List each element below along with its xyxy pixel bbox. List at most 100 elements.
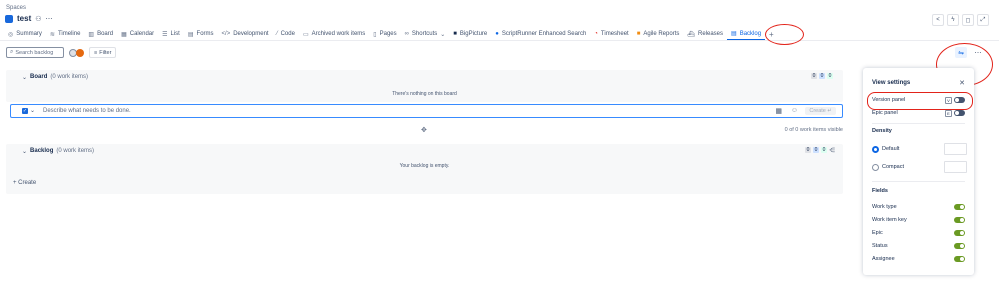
tab-board[interactable]: ▥ Board — [84, 29, 117, 40]
tab-code[interactable]: ⁄ Code — [273, 29, 299, 40]
tab-bigpicture[interactable]: ■ BigPicture — [449, 29, 491, 40]
bigpicture-icon: ■ — [453, 31, 457, 37]
density-default-label[interactable]: Default — [882, 146, 899, 152]
board-section: ⌄ Board (0 work items) 0 0 0 There's not… — [6, 70, 843, 102]
search-input[interactable]: ⌕ Search backlog — [6, 47, 64, 58]
tab-timesheet[interactable]: ◔ Timesheet — [590, 29, 632, 40]
ship-icon: ⛴ — [687, 31, 695, 38]
tab-timeline[interactable]: ≋ Timeline — [46, 29, 84, 40]
tab-label: Backlog — [739, 30, 762, 37]
tab-label: Calendar — [129, 31, 155, 37]
tab-releases[interactable]: ⛴ Releases — [683, 29, 727, 40]
assignee-icon[interactable]: ☺ — [791, 107, 798, 114]
close-icon[interactable]: ✕ — [959, 79, 965, 87]
automation-icon[interactable]: ϟ — [947, 14, 959, 26]
tab-label: Pages — [379, 31, 397, 37]
density-compact-preview — [944, 161, 967, 173]
archive-icon: ▭ — [302, 31, 309, 38]
breadcrumb[interactable]: Spaces — [6, 5, 26, 11]
calendar-icon[interactable]: ▦ — [775, 107, 782, 115]
epic-panel-toggle[interactable] — [954, 110, 965, 116]
backlog-title: Backlog — [30, 148, 54, 154]
todo-count: 0 — [805, 147, 811, 153]
chevron-down-icon[interactable]: ⌄ — [30, 107, 35, 114]
tab-summary[interactable]: ◎ Summary — [4, 29, 46, 40]
board-empty-text: There's nothing on this board — [392, 91, 457, 97]
done-count: 0 — [821, 147, 827, 153]
options-icon[interactable]: ⋲ — [829, 147, 835, 154]
fullscreen-icon[interactable]: ⤢ — [977, 14, 989, 26]
calendar-icon: ▦ — [121, 31, 127, 38]
code-icon: ⁄ — [276, 31, 278, 37]
chevron-down-icon[interactable]: ⌄ — [22, 148, 27, 155]
density-default-radio[interactable] — [872, 146, 879, 153]
chevron-down-icon: ⌄ — [440, 31, 446, 38]
task-type-icon[interactable]: ✓ — [22, 108, 28, 114]
field-epic-toggle[interactable] — [954, 230, 965, 236]
keyboard-shortcut-e: E — [945, 110, 952, 117]
team-icon[interactable]: ⚇ — [35, 15, 41, 23]
tab-label: BigPicture — [459, 31, 488, 37]
tab-label: Archived work items — [311, 31, 366, 37]
todo-count: 0 — [811, 73, 817, 79]
create-button[interactable]: + Create — [13, 180, 36, 186]
density-compact-radio[interactable] — [872, 164, 879, 171]
tab-pages[interactable]: ▯ Pages — [369, 29, 400, 40]
search-placeholder: Search backlog — [15, 49, 54, 56]
backlog-section: ⌄ Backlog (0 work items) 0 0 0 ⋲ Your ba… — [6, 144, 843, 194]
drag-handle-icon[interactable]: ✥ — [421, 126, 427, 134]
field-work-item-key-toggle[interactable] — [954, 217, 965, 223]
pages-icon: ▯ — [373, 31, 377, 38]
avatar-group[interactable] — [69, 48, 84, 57]
tab-label: Development — [233, 31, 269, 37]
field-assignee-toggle[interactable] — [954, 256, 965, 262]
filter-label: Filter — [99, 49, 112, 56]
board-section-header[interactable]: ⌄ Board (0 work items) — [6, 70, 843, 84]
in-progress-count: 0 — [813, 147, 819, 153]
tab-bar: ◎ Summary ≋ Timeline ▥ Board ▦ Calendar ☰ Lis… — [4, 28, 778, 40]
search-icon: ⌕ — [10, 49, 14, 55]
field-work-type-toggle[interactable] — [954, 204, 965, 210]
timeline-icon: ≋ — [49, 31, 55, 38]
create-submit-button[interactable]: Create ↵ — [805, 107, 836, 115]
backlog-section-header[interactable]: ⌄ Backlog (0 work items) — [6, 144, 843, 158]
code-brackets-icon: </> — [221, 31, 231, 37]
tab-label: Code — [280, 31, 295, 37]
density-compact-label[interactable]: Compact — [882, 164, 904, 170]
tab-forms[interactable]: ▤ Forms — [184, 29, 218, 40]
tab-label: List — [170, 31, 180, 37]
done-count: 0 — [827, 73, 833, 79]
field-status-toggle[interactable] — [954, 243, 965, 249]
create-input[interactable]: Describe what needs to be done. — [43, 108, 131, 114]
share-icon[interactable]: < — [932, 14, 944, 26]
tab-agile-reports[interactable]: ■ Agile Reports — [633, 29, 684, 40]
feedback-icon[interactable]: ◻ — [962, 14, 974, 26]
scriptrunner-icon: ● — [495, 31, 499, 37]
backlog-status-counts: 0 0 0 ⋲ — [805, 147, 835, 154]
more-options-icon[interactable]: ⋯ — [46, 15, 53, 23]
field-work-type-label: Work type — [872, 204, 897, 210]
tab-calendar[interactable]: ▦ Calendar — [117, 29, 158, 40]
tab-scriptrunner[interactable]: ● ScriptRunner Enhanced Search — [491, 29, 590, 40]
density-heading: Density — [872, 128, 892, 134]
tab-label: Shortcuts — [411, 31, 438, 37]
avatar[interactable] — [76, 48, 84, 57]
inline-create-box[interactable]: ✓ ⌄ Describe what needs to be done. ▦ ☺ … — [10, 104, 843, 118]
epic-panel-label: Epic panel — [872, 110, 898, 116]
filter-button[interactable]: ≡ Filter — [89, 47, 117, 58]
view-settings-title: View settings — [872, 80, 911, 86]
fields-heading: Fields — [872, 188, 888, 194]
tab-list[interactable]: ☰ List — [158, 29, 184, 40]
annotation-circle — [765, 24, 804, 45]
agile-reports-icon: ■ — [636, 31, 641, 37]
annotation-circle — [867, 92, 973, 110]
tab-archived-work-items[interactable]: ▭ Archived work items — [299, 29, 369, 40]
tab-backlog[interactable]: ▤ Backlog — [727, 28, 766, 40]
tab-label: Timesheet — [600, 31, 629, 37]
chevron-down-icon[interactable]: ⌄ — [22, 74, 27, 81]
divider — [872, 181, 965, 182]
tab-shortcuts[interactable]: ∞ Shortcuts ⌄ — [401, 29, 450, 40]
tab-label: Board — [97, 31, 114, 37]
tab-development[interactable]: </> Development — [218, 29, 273, 40]
timesheet-icon: ◔ — [594, 31, 598, 37]
